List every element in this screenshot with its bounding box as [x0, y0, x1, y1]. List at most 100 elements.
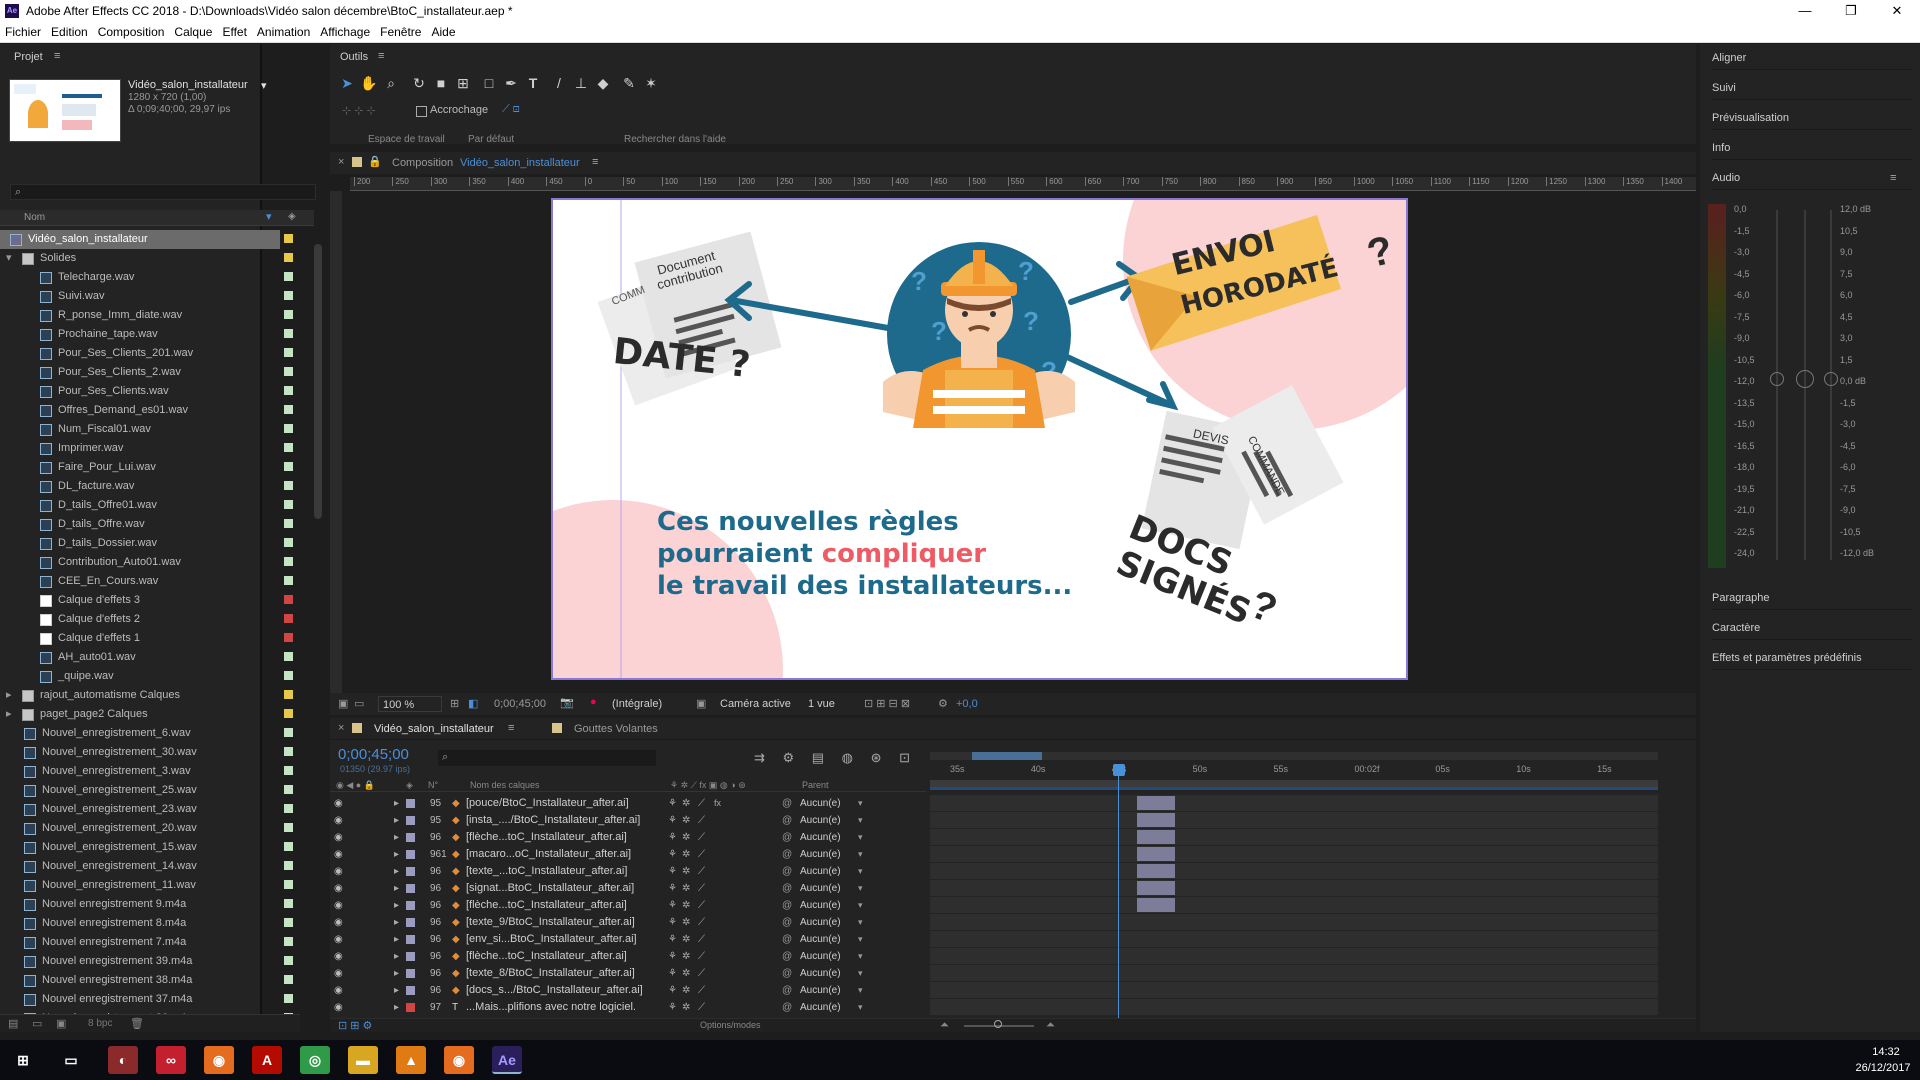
windows-start-icon[interactable]: ⊞ [8, 1046, 38, 1074]
label-color-swatch[interactable] [284, 500, 293, 509]
views-select[interactable]: 1 vue [808, 698, 835, 710]
region-icon[interactable]: ▣ [696, 697, 706, 710]
project-item[interactable]: Nouvel enregistrement 39.m4a [0, 952, 300, 971]
visibility-icon[interactable]: ◉ [334, 795, 343, 812]
zoom-slider-thumb[interactable] [994, 1020, 1002, 1028]
pickwhip-icon[interactable]: @ [782, 914, 792, 931]
av-switches-icon[interactable]: ◉ ◀ ● 🔒 [336, 780, 375, 791]
project-item[interactable]: Pour_Ses_Clients.wav [0, 382, 300, 401]
resolution-select[interactable]: (Intégrale) [612, 698, 662, 710]
new-comp-icon[interactable]: ▣ [56, 1017, 66, 1030]
shy-switch-icon[interactable]: ⚘ [668, 914, 677, 931]
safe-zones-icon[interactable]: ⊞ [450, 697, 459, 710]
work-area-bar[interactable] [930, 752, 1658, 760]
quality-switch-icon[interactable]: ⟋ [698, 931, 705, 948]
snapshot-icon[interactable]: 📷 [560, 696, 574, 709]
project-item[interactable]: Nouvel enregistrement 37.m4a [0, 990, 300, 1009]
label-color-swatch[interactable] [284, 386, 293, 395]
shy-switch-icon[interactable]: ⚘ [668, 846, 677, 863]
project-item[interactable]: Nouvel enregistrement 7.m4a [0, 933, 300, 952]
parent-select[interactable]: Aucun(e) [800, 914, 841, 931]
pickwhip-icon[interactable]: @ [782, 982, 792, 999]
pickwhip-icon[interactable]: @ [782, 846, 792, 863]
layer-duration-bar[interactable] [1137, 898, 1175, 912]
ai-layer-icon[interactable]: ◆ [452, 829, 460, 846]
vlc-icon[interactable]: ▲ [396, 1046, 426, 1074]
pickwhip-icon[interactable]: @ [782, 795, 792, 812]
project-item[interactable]: Prochaine_tape.wav [0, 325, 300, 344]
ai-layer-icon[interactable]: ◆ [452, 897, 460, 914]
menu-composition[interactable]: Composition [93, 22, 170, 42]
panel-menu-icon[interactable]: ≡ [378, 50, 384, 62]
timeline-layer-row[interactable]: ◉ ▸ 95 ◆ [pouce/BtoC_Installateur_after.ai] ⚘… [330, 795, 1696, 812]
ai-layer-icon[interactable]: ◆ [452, 795, 460, 812]
clone-stamp-tool-icon[interactable]: ⊥ [572, 74, 590, 92]
parent-select[interactable]: Aucun(e) [800, 897, 841, 914]
brush-tool-icon[interactable]: / [550, 74, 568, 92]
shy-switch-icon[interactable]: ⚘ [668, 795, 677, 812]
shy-switch-icon[interactable]: ⚘ [668, 948, 677, 965]
shy-switch-icon[interactable]: ⚘ [668, 982, 677, 999]
parent-select[interactable]: Aucun(e) [800, 948, 841, 965]
toggle-icons[interactable]: ⊡ ⊞ ⚙ [338, 1019, 372, 1032]
pickwhip-icon[interactable]: @ [782, 965, 792, 982]
parent-select[interactable]: Aucun(e) [800, 812, 841, 829]
shy-switch-icon[interactable]: ⚘ [668, 812, 677, 829]
zoom-select[interactable]: 100 % [378, 696, 442, 712]
project-item[interactable]: D_tails_Offre01.wav [0, 496, 300, 515]
playhead[interactable] [1113, 764, 1125, 1020]
project-item[interactable]: Pour_Ses_Clients_201.wav [0, 344, 300, 363]
quality-switch-icon[interactable]: ⟋ [698, 999, 705, 1016]
panel-menu-icon[interactable]: ≡ [592, 156, 598, 168]
project-item[interactable]: Nouvel_enregistrement_15.wav [0, 838, 300, 857]
switches-header-icons[interactable]: ⚘ ✲ ⟋ fx ▣ ◍ ◑ ⊛ [670, 780, 746, 791]
layer-track[interactable] [930, 846, 1658, 862]
label-color-swatch[interactable] [284, 671, 293, 680]
pickwhip-icon[interactable]: @ [782, 880, 792, 897]
shy-switch-icon[interactable]: ⚘ [668, 999, 677, 1016]
project-item[interactable]: Nouvel enregistrement 38.m4a [0, 971, 300, 990]
menu-affichage[interactable]: Affichage [315, 22, 375, 42]
project-search-input[interactable]: ⌕ [10, 184, 316, 200]
shy-switch-icon[interactable]: ⚘ [668, 863, 677, 880]
project-item[interactable]: Contribution_Auto01.wav [0, 553, 300, 572]
label-color-swatch[interactable] [284, 291, 293, 300]
parent-select[interactable]: Aucun(e) [800, 999, 841, 1016]
channel-icon[interactable]: ● [590, 696, 597, 708]
quality-switch-icon[interactable]: ⟋ [698, 897, 705, 914]
ai-layer-icon[interactable]: ◆ [452, 880, 460, 897]
panel-menu-icon[interactable]: ≡ [54, 50, 60, 62]
parent-select[interactable]: Aucun(e) [800, 795, 841, 812]
label-color-swatch[interactable] [284, 348, 293, 357]
collapse-switch-icon[interactable]: ✲ [682, 812, 690, 829]
layer-duration-bar[interactable] [1137, 796, 1175, 810]
quality-switch-icon[interactable]: ⟋ [698, 982, 705, 999]
menu-animation[interactable]: Animation [252, 22, 315, 42]
pickwhip-icon[interactable]: @ [782, 812, 792, 829]
chevron-down-icon[interactable]: ▾ [858, 812, 863, 829]
panel-menu-icon[interactable]: ≡ [1890, 172, 1896, 184]
project-item[interactable]: Suivi.wav [0, 287, 300, 306]
mask-visibility-icon[interactable]: ◧ [468, 697, 478, 710]
panel-effets[interactable]: Effets et paramètres prédéfinis [1712, 646, 1912, 670]
layer-duration-bar[interactable] [1137, 864, 1175, 878]
ai-layer-icon[interactable]: ◆ [452, 965, 460, 982]
label-color-swatch[interactable] [284, 728, 293, 737]
chevron-down-icon[interactable]: ▾ [858, 880, 863, 897]
expand-icon[interactable]: ▸ [394, 965, 399, 982]
project-item[interactable]: Num_Fiscal01.wav [0, 420, 300, 439]
layer-track[interactable] [930, 863, 1658, 879]
maximize-button[interactable]: ❐ [1828, 0, 1874, 22]
quality-switch-icon[interactable]: ⟋ [698, 795, 705, 812]
quality-switch-icon[interactable]: ⟋ [698, 914, 705, 931]
expand-icon[interactable]: ▸ [394, 863, 399, 880]
audio-fader-left[interactable] [1770, 372, 1784, 386]
layer-track[interactable] [930, 897, 1658, 913]
visibility-icon[interactable]: ◉ [334, 948, 343, 965]
timeline-layer-row[interactable]: ◉ ▸ 96 ◆ [texte_...toC_Installateur_after.ai… [330, 863, 1696, 880]
menu-effet[interactable]: Effet [217, 22, 251, 42]
timeline-layer-row[interactable]: ◉ ▸ 97 T ...Mais...plifions avec notre logic… [330, 999, 1696, 1016]
label-color-swatch[interactable] [284, 842, 293, 851]
quality-switch-icon[interactable]: ⟋ [698, 965, 705, 982]
label-color-swatch[interactable] [284, 861, 293, 870]
